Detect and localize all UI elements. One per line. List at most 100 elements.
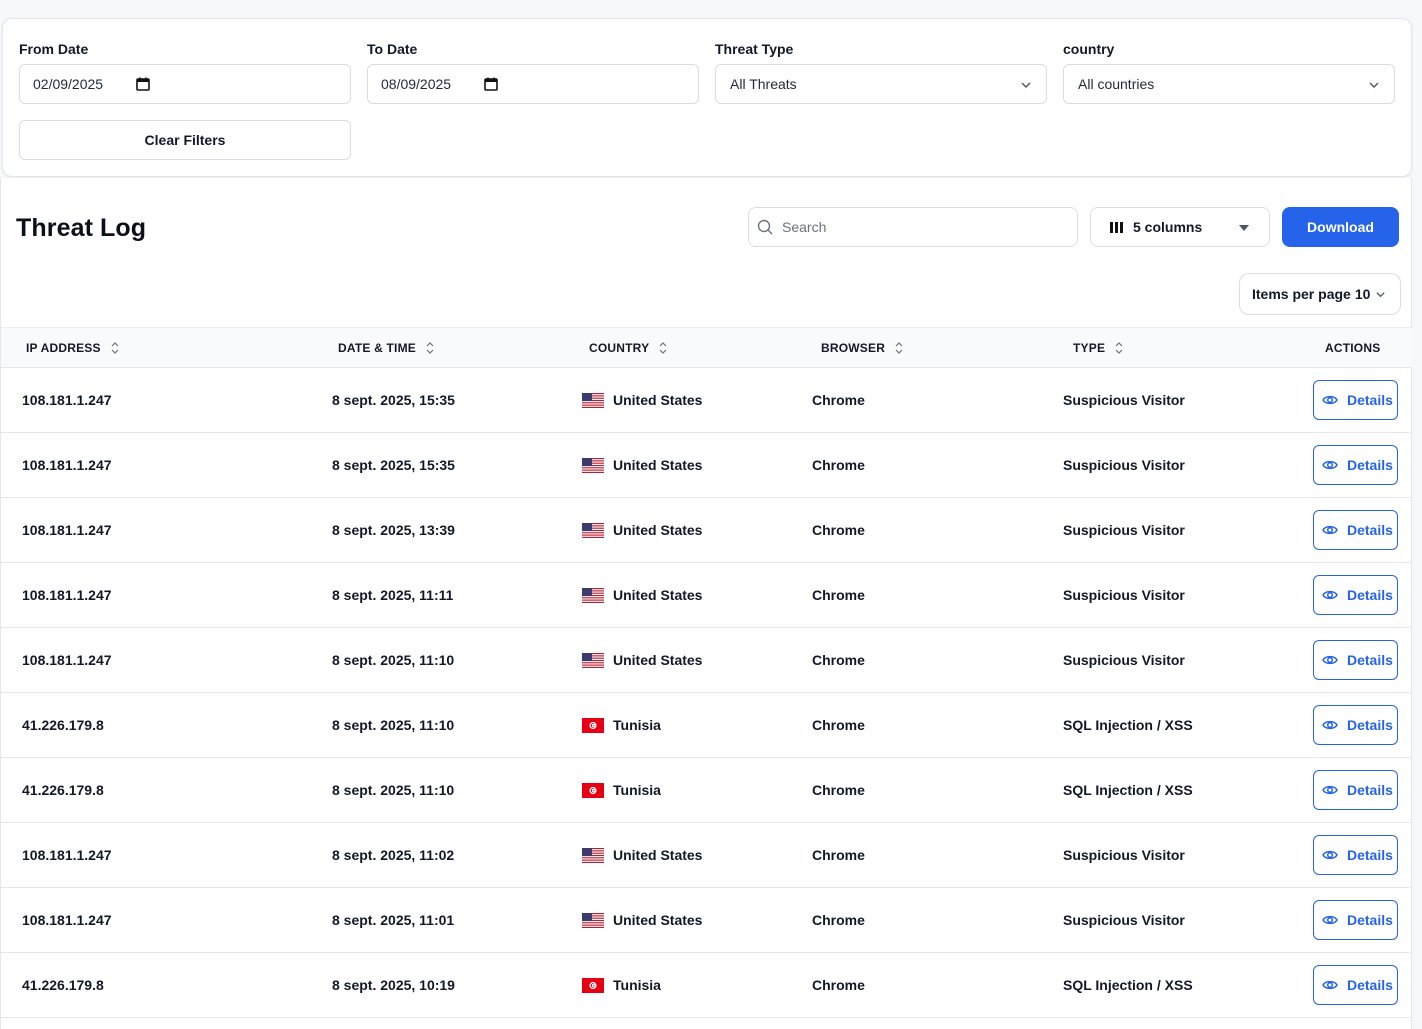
column-header-country[interactable]: COUNTRY [589, 328, 667, 368]
table-row: 108.181.1.247 8 sept. 2025, 11:02 United… [1, 823, 1412, 888]
sort-icon[interactable] [111, 342, 119, 354]
from-date-input[interactable]: 02/09/2025 [19, 64, 351, 104]
ip-cell: 41.226.179.8 [22, 977, 104, 993]
eye-icon [1322, 590, 1338, 600]
sort-icon[interactable] [426, 342, 434, 354]
details-button[interactable]: Details [1313, 575, 1398, 615]
browser-cell: Chrome [812, 847, 865, 863]
table-row: 108.181.1.247 8 sept. 2025, 11:11 United… [1, 563, 1412, 628]
columns-icon [1110, 221, 1123, 233]
table-row: 108.181.1.247 8 sept. 2025, 13:39 United… [1, 498, 1412, 563]
sort-icon[interactable] [895, 342, 903, 354]
columns-label: 5 columns [1133, 219, 1203, 235]
type-cell: Suspicious Visitor [1063, 392, 1185, 408]
details-button[interactable]: Details [1313, 965, 1398, 1005]
country-select[interactable]: All countries [1063, 64, 1395, 104]
clear-filters-button[interactable]: Clear Filters [19, 120, 351, 160]
eye-icon [1322, 980, 1338, 990]
items-per-page-value: 10 [1354, 286, 1371, 302]
from-date-label: From Date [19, 41, 89, 57]
type-cell: Suspicious Visitor [1063, 587, 1185, 603]
type-cell: SQL Injection / XSS [1063, 977, 1193, 993]
country-name: United States [613, 457, 703, 473]
caret-down-icon [1239, 225, 1249, 231]
country-name: Tunisia [613, 717, 661, 733]
ip-cell: 41.226.179.8 [22, 717, 104, 733]
calendar-icon[interactable] [136, 77, 150, 91]
filter-card: From Date 02/09/2025 To Date 08/09/2025 … [2, 18, 1412, 177]
details-button[interactable]: Details [1313, 510, 1398, 550]
flag-icon-us [582, 912, 613, 928]
details-button[interactable]: Details [1313, 835, 1398, 875]
flag-icon-us [582, 457, 613, 473]
flag-icon-us [582, 652, 613, 668]
eye-icon [1322, 915, 1338, 925]
type-cell: Suspicious Visitor [1063, 912, 1185, 928]
threat-type-value: All Threats [730, 76, 797, 92]
country-cell: Tunisia [582, 758, 661, 822]
column-header-type[interactable]: TYPE [1073, 328, 1123, 368]
sort-icon[interactable] [1115, 342, 1123, 354]
threat-type-select[interactable]: All Threats [715, 64, 1047, 104]
items-per-page-select[interactable]: Items per page 10 [1239, 273, 1401, 315]
details-button[interactable]: Details [1313, 640, 1398, 680]
details-button[interactable]: Details [1313, 900, 1398, 940]
column-header-label: TYPE [1073, 341, 1106, 355]
table-row: 108.181.1.247 8 sept. 2025, 11:01 United… [1, 888, 1412, 953]
column-header-label: COUNTRY [589, 341, 650, 355]
browser-cell: Chrome [812, 912, 865, 928]
details-button[interactable]: Details [1313, 380, 1398, 420]
type-cell: Suspicious Visitor [1063, 847, 1185, 863]
country-cell: United States [582, 563, 702, 627]
table-row: 108.181.1.247 8 sept. 2025, 15:35 United… [1, 368, 1412, 433]
to-date-input[interactable]: 08/09/2025 [367, 64, 699, 104]
flag-icon-us [582, 847, 613, 863]
country-label: country [1063, 41, 1115, 57]
column-header-label: ACTIONS [1325, 341, 1381, 355]
browser-cell: Chrome [812, 522, 865, 538]
column-header-datetime[interactable]: DATE & TIME [338, 328, 434, 368]
country-cell: United States [582, 368, 702, 432]
eye-icon [1322, 850, 1338, 860]
columns-toggle-button[interactable]: 5 columns [1090, 207, 1270, 247]
details-label: Details [1347, 522, 1393, 538]
datetime-cell: 8 sept. 2025, 11:10 [332, 652, 455, 668]
details-button[interactable]: Details [1313, 445, 1398, 485]
type-cell: SQL Injection / XSS [1063, 782, 1193, 798]
flag-icon-us [582, 522, 613, 538]
search-input[interactable] [782, 219, 1062, 235]
details-label: Details [1347, 977, 1393, 993]
datetime-cell: 8 sept. 2025, 11:10 [332, 717, 455, 733]
chevron-down-icon [1376, 292, 1385, 298]
sort-icon[interactable] [659, 342, 667, 354]
browser-cell: Chrome [812, 782, 865, 798]
from-date-value: 02/09/2025 [33, 76, 104, 92]
details-button[interactable]: Details [1313, 770, 1398, 810]
column-header-actions: ACTIONS [1325, 328, 1380, 368]
country-cell: United States [582, 498, 702, 562]
details-button[interactable]: Details [1313, 705, 1398, 745]
eye-icon [1322, 460, 1338, 470]
calendar-icon[interactable] [484, 77, 498, 91]
search-box[interactable] [748, 207, 1078, 247]
download-button[interactable]: Download [1282, 207, 1399, 247]
country-cell: United States [582, 888, 702, 952]
country-name: United States [613, 392, 703, 408]
type-cell: Suspicious Visitor [1063, 652, 1185, 668]
type-cell: SQL Injection / XSS [1063, 717, 1193, 733]
column-header-ip[interactable]: IP ADDRESS [26, 328, 119, 368]
column-header-label: IP ADDRESS [26, 341, 101, 355]
country-cell: United States [582, 823, 702, 887]
column-header-browser[interactable]: BROWSER [821, 328, 903, 368]
browser-cell: Chrome [812, 652, 865, 668]
page-title: Threat Log [16, 214, 147, 242]
country-cell: Tunisia [582, 693, 661, 757]
ip-cell: 108.181.1.247 [22, 912, 112, 928]
browser-cell: Chrome [812, 457, 865, 473]
column-header-label: BROWSER [821, 341, 886, 355]
flag-icon-tn [582, 782, 613, 798]
flag-icon-tn [582, 977, 613, 993]
country-name: United States [613, 847, 703, 863]
eye-icon [1322, 720, 1338, 730]
chevron-down-icon [1369, 82, 1379, 88]
